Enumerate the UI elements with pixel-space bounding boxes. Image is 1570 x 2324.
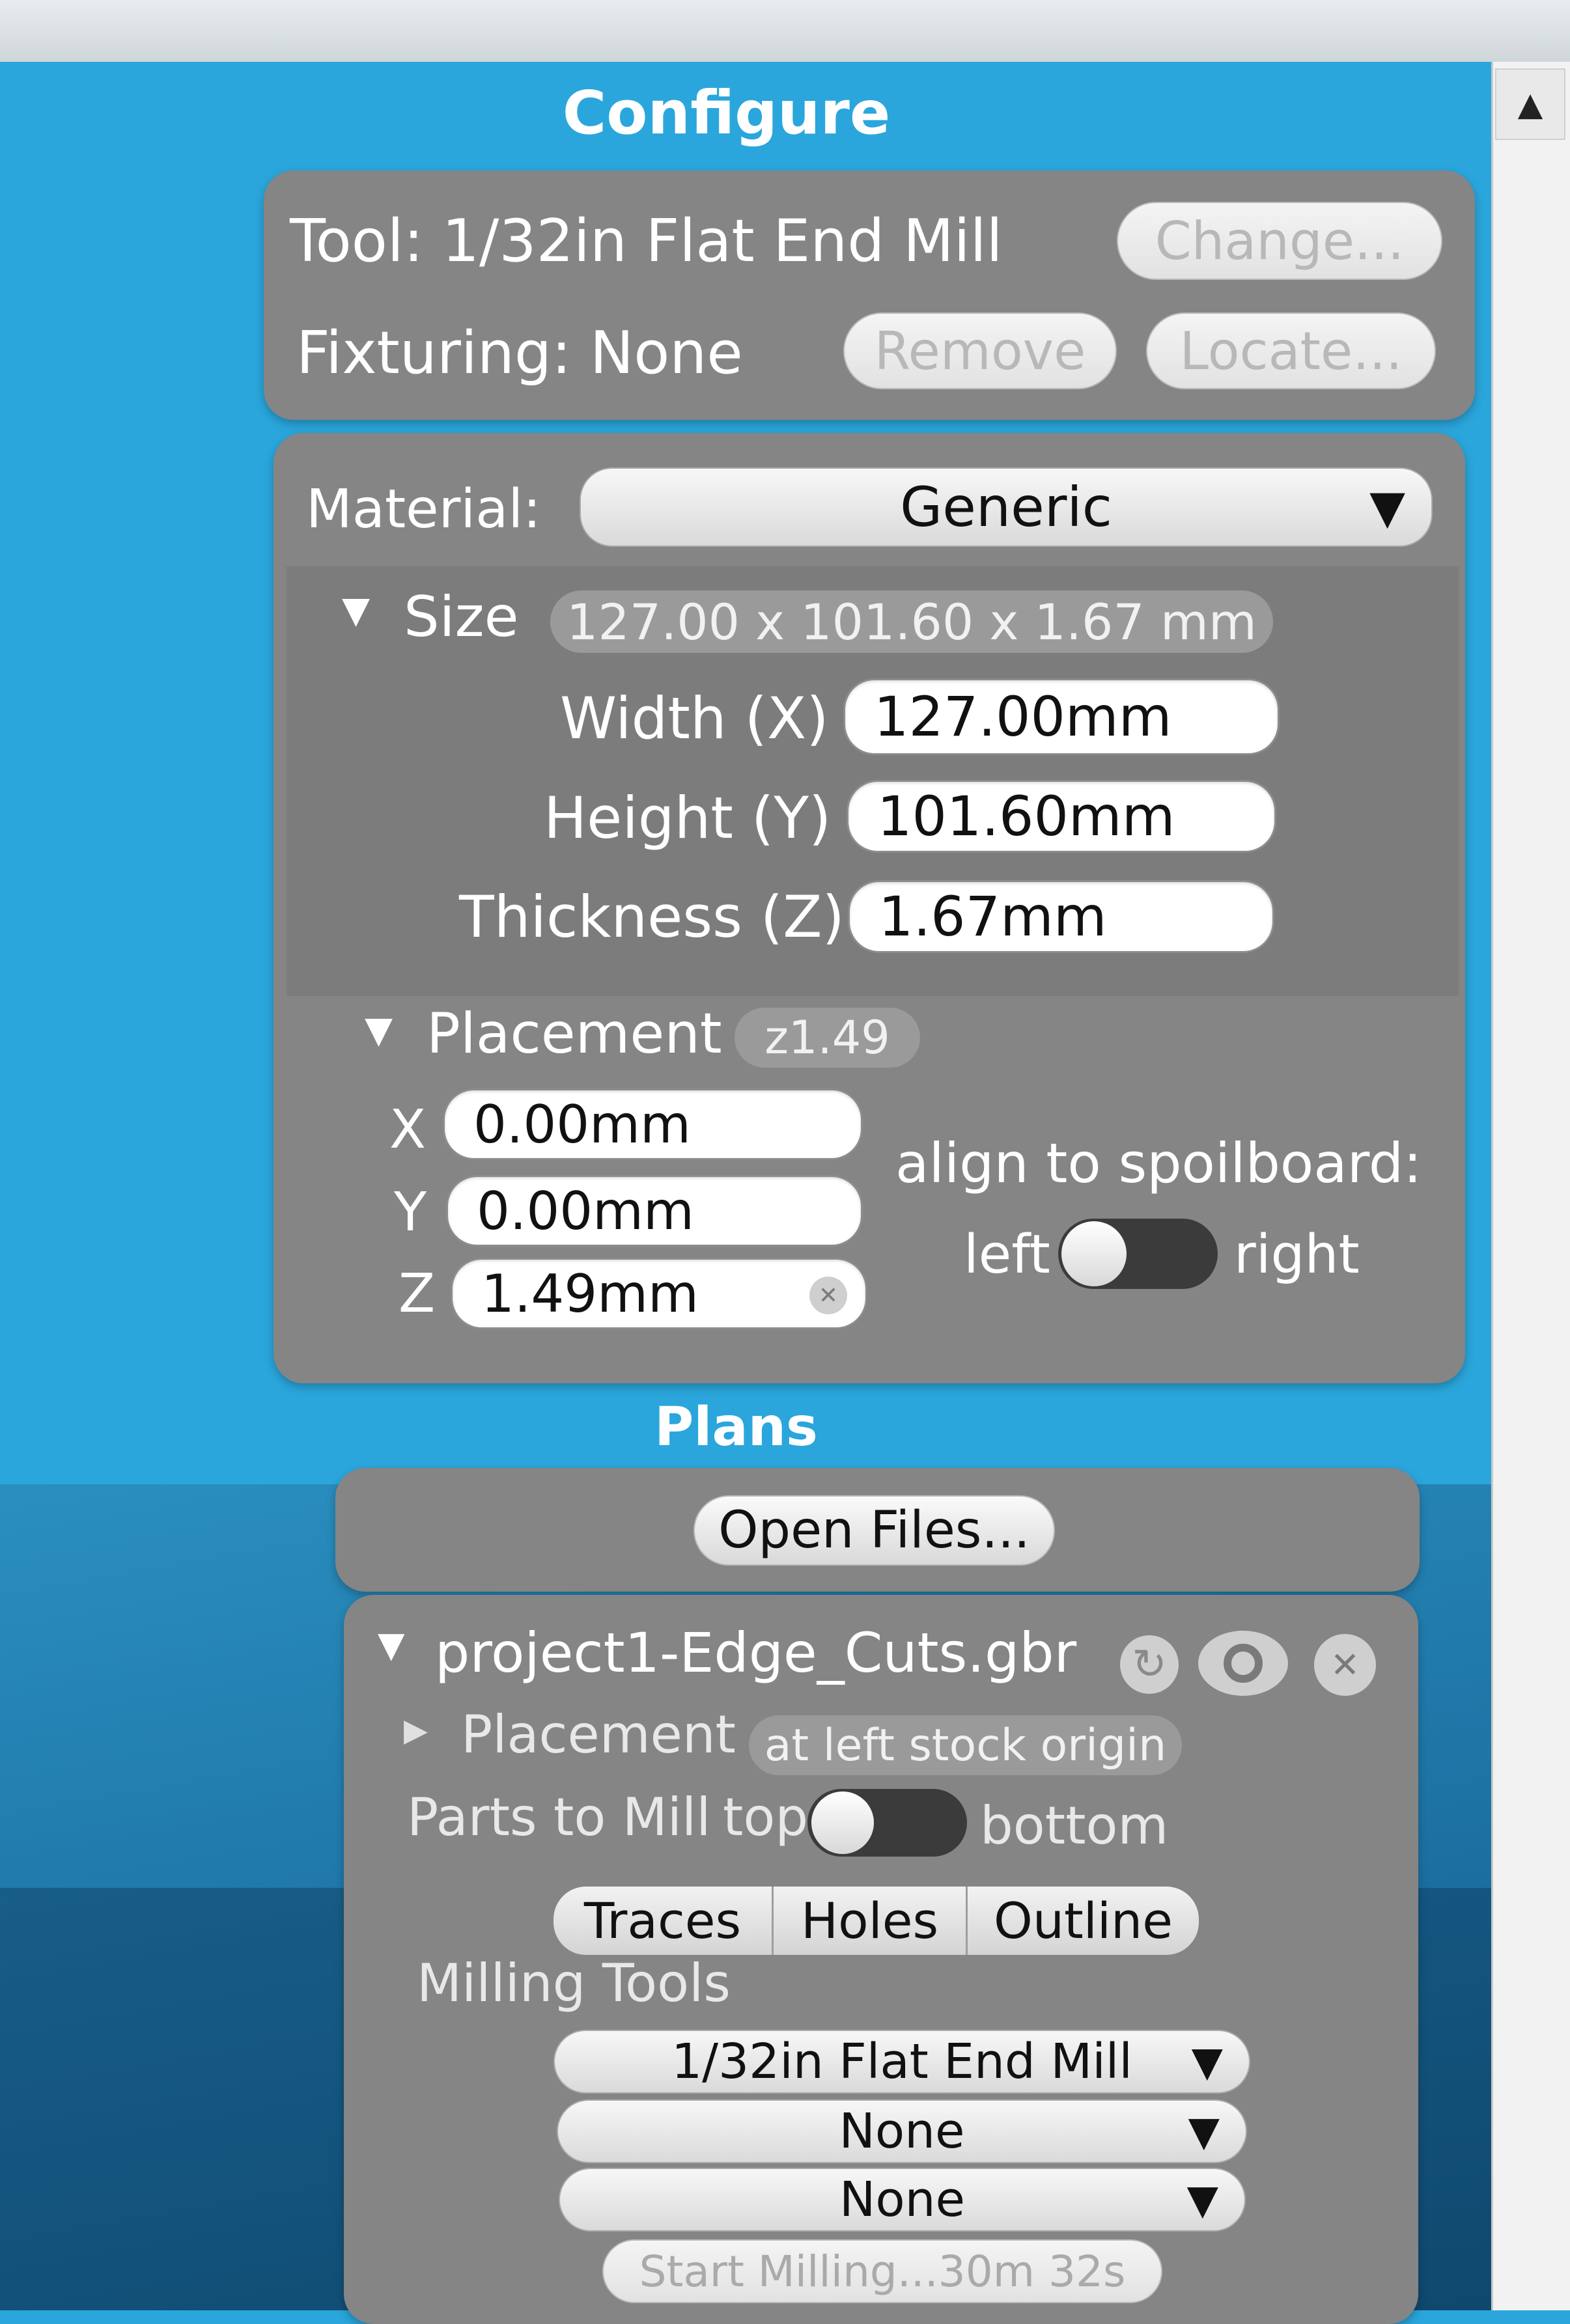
milling-tool-1-value: 1/32in Flat End Mill	[671, 2034, 1132, 2090]
placement-disclosure-icon[interactable]: ▼	[365, 1009, 393, 1051]
window-top-strip	[0, 0, 1570, 62]
milling-tool-2-value: None	[839, 2103, 965, 2159]
milling-tools-label: Milling Tools	[417, 1953, 731, 2013]
placement-x-label: X	[389, 1099, 427, 1161]
change-tool-button[interactable]: Change...	[1117, 202, 1442, 280]
open-files-button[interactable]: Open Files...	[694, 1495, 1055, 1566]
dropdown-arrow-icon: ▼	[1369, 480, 1405, 534]
size-label: Size	[404, 585, 519, 650]
tab-outline[interactable]: Outline	[968, 1887, 1199, 1955]
tab-traces[interactable]: Traces	[554, 1887, 774, 1955]
thickness-label: Thickness (Z)	[459, 883, 845, 950]
milling-tool-3-value: None	[839, 2172, 966, 2228]
size-disclosure-icon[interactable]: ▼	[342, 589, 370, 631]
configure-heading: Configure	[562, 78, 891, 148]
parts-toggle-knob	[811, 1791, 874, 1854]
dropdown-arrow-icon: ▼	[1186, 2176, 1218, 2224]
parts-top-label: top	[723, 1787, 809, 1847]
remove-fixturing-button[interactable]: Remove	[843, 312, 1117, 389]
placement-z-label: Z	[399, 1263, 436, 1325]
placement-label: Placement	[427, 1001, 722, 1066]
placement-z-badge: z1.49	[735, 1008, 920, 1068]
clear-icon[interactable]: ✕	[809, 1277, 847, 1314]
height-label: Height (Y)	[544, 784, 832, 851]
align-spoilboard-label: align to spoilboard:	[895, 1131, 1422, 1195]
placement-z-value: 1.49mm	[481, 1263, 699, 1324]
fixturing-label: Fixturing: None	[296, 319, 743, 387]
placement-y-input[interactable]: 0.00mm	[446, 1175, 863, 1247]
refresh-icon[interactable]: ↻	[1120, 1635, 1179, 1694]
material-label: Material:	[306, 478, 541, 540]
height-input[interactable]: 101.60mm	[847, 780, 1276, 853]
width-input[interactable]: 127.00mm	[843, 678, 1280, 755]
parts-to-mill-label: Parts to Mill	[407, 1787, 711, 1847]
file-placement-badge: at left stock origin	[749, 1715, 1182, 1775]
material-select[interactable]: Generic ▼	[580, 467, 1433, 547]
placement-z-input[interactable]: 1.49mm ✕	[451, 1258, 867, 1329]
locate-fixturing-button[interactable]: Locate...	[1146, 312, 1436, 389]
dropdown-arrow-icon: ▼	[1188, 2107, 1220, 2155]
size-summary-badge: 127.00 x 101.60 x 1.67 mm	[550, 590, 1273, 653]
align-left-label: left	[964, 1224, 1050, 1286]
placement-x-input[interactable]: 0.00mm	[443, 1088, 863, 1160]
scrollbar[interactable]	[1491, 62, 1570, 2310]
placement-y-label: Y	[394, 1182, 427, 1243]
milling-tool-select-2[interactable]: None ▼	[557, 2099, 1247, 2163]
file-placement-disclosure-icon[interactable]: ▶	[404, 1712, 428, 1749]
file-disclosure-icon[interactable]: ▼	[378, 1624, 405, 1665]
parts-bottom-label: bottom	[980, 1795, 1169, 1856]
eye-pupil	[1224, 1644, 1263, 1683]
plans-heading: Plans	[654, 1396, 818, 1458]
arrow-up-icon: ▲	[1517, 85, 1543, 123]
tab-holes[interactable]: Holes	[774, 1887, 968, 1955]
milling-tool-select-3[interactable]: None ▼	[559, 2168, 1246, 2232]
close-icon[interactable]: ✕	[1314, 1634, 1376, 1696]
start-milling-button[interactable]: Start Milling...30m 32s	[602, 2239, 1162, 2303]
align-right-label: right	[1234, 1224, 1360, 1286]
dropdown-arrow-icon: ▼	[1191, 2038, 1223, 2086]
tool-label: Tool: 1/32in Flat End Mill	[290, 207, 1003, 275]
mill-tabs: Traces Holes Outline	[554, 1887, 1199, 1955]
thickness-input[interactable]: 1.67mm	[848, 880, 1274, 953]
eye-icon[interactable]	[1198, 1631, 1288, 1696]
material-selected-value: Generic	[900, 475, 1112, 539]
milling-tool-select-1[interactable]: 1/32in Flat End Mill ▼	[554, 2030, 1250, 2094]
file-placement-label: Placement	[461, 1704, 736, 1765]
align-toggle-knob	[1061, 1221, 1127, 1286]
width-label: Width (X)	[560, 685, 829, 752]
file-name: project1-Edge_Cuts.gbr	[435, 1621, 1077, 1685]
